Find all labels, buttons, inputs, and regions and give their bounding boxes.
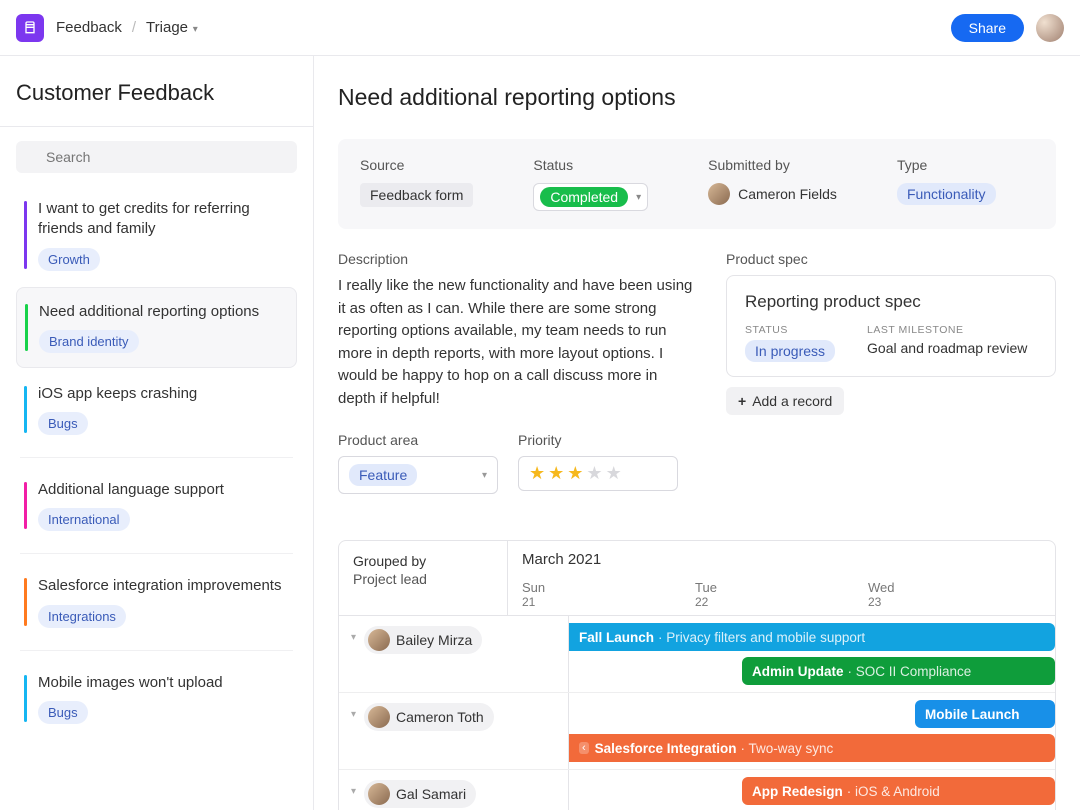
source-label: Source	[360, 157, 473, 173]
avatar-icon	[708, 183, 730, 205]
feedback-item[interactable]: Salesforce integration improvements Inte…	[16, 562, 297, 641]
spec-milestone-label: LAST MILESTONE	[867, 324, 1027, 336]
submitted-by-name: Cameron Fields	[738, 186, 837, 202]
spec-status-label: STATUS	[745, 324, 835, 336]
feedback-item-title: I want to get credits for referring frie…	[38, 199, 285, 240]
feedback-item-title: Need additional reporting options	[39, 302, 284, 322]
timeline-event[interactable]: Admin Update · SOC II Compliance	[742, 657, 1055, 685]
collapse-icon[interactable]: ▾	[351, 786, 356, 797]
submitted-by-label: Submitted by	[708, 157, 837, 173]
day-header: Tue22	[695, 580, 868, 609]
meta-box: Source Feedback form Status Completed ▾ …	[338, 139, 1056, 229]
priority-stars[interactable]: ★★★★★	[518, 456, 678, 491]
status-select[interactable]: Completed ▾	[533, 183, 648, 211]
feedback-item[interactable]: Mobile images won't upload Bugs	[16, 659, 297, 738]
feedback-item[interactable]: Additional language support Internationa…	[16, 466, 297, 545]
product-area-select[interactable]: Feature ▾	[338, 456, 498, 494]
lead-name: Cameron Toth	[396, 709, 484, 725]
timeline-event[interactable]: App Redesign · iOS & Android	[742, 777, 1055, 805]
star-icon[interactable]: ★	[548, 463, 564, 484]
description-label: Description	[338, 251, 696, 267]
feedback-item-tag: Bugs	[38, 412, 88, 435]
feedback-item-tag: Brand identity	[39, 330, 139, 353]
feedback-item-tag: Growth	[38, 248, 100, 271]
color-bar	[24, 201, 27, 269]
breadcrumb-root[interactable]: Feedback	[56, 19, 122, 36]
timeline: Grouped by Project lead March 2021 Sun21…	[338, 540, 1056, 810]
product-spec-label: Product spec	[726, 251, 1056, 267]
lead-chip[interactable]: Cameron Toth	[364, 703, 494, 731]
color-bar	[24, 578, 27, 625]
feedback-item-tag: Integrations	[38, 605, 126, 628]
color-bar	[24, 482, 27, 529]
type-label: Type	[897, 157, 996, 173]
spec-title: Reporting product spec	[745, 292, 1037, 312]
angle-left-icon: ‹	[579, 742, 589, 754]
product-area-label: Product area	[338, 432, 498, 448]
chevron-down-icon: ▾	[636, 192, 641, 203]
app-icon[interactable]	[16, 14, 44, 42]
color-bar	[24, 675, 27, 722]
spec-status-badge: In progress	[745, 340, 835, 362]
status-badge: Completed	[540, 187, 628, 207]
detail-title: Need additional reporting options	[338, 84, 1056, 111]
feedback-item-title: Additional language support	[38, 480, 285, 500]
collapse-icon[interactable]: ▾	[351, 632, 356, 643]
feedback-item-title: iOS app keeps crashing	[38, 384, 285, 404]
breadcrumb-separator: /	[132, 19, 136, 36]
collapse-icon[interactable]: ▾	[351, 709, 356, 720]
spec-milestone-value: Goal and roadmap review	[867, 340, 1027, 356]
feedback-list: I want to get credits for referring frie…	[0, 181, 313, 756]
breadcrumb: Feedback / Triage ▾	[56, 19, 198, 36]
user-avatar[interactable]	[1036, 14, 1064, 42]
feedback-item[interactable]: iOS app keeps crashing Bugs	[16, 370, 297, 449]
color-bar	[25, 304, 28, 351]
timeline-row: ▾ Cameron Toth Mobile Launch ‹Salesforce …	[339, 693, 1055, 770]
status-label: Status	[533, 157, 648, 173]
lead-chip[interactable]: Bailey Mirza	[364, 626, 482, 654]
product-area-value: Feature	[349, 464, 417, 486]
feedback-item-title: Mobile images won't upload	[38, 673, 285, 693]
priority-label: Priority	[518, 432, 678, 448]
timeline-row: ▾ Gal Samari App Redesign · iOS & Androi…	[339, 770, 1055, 810]
timeline-event[interactable]: Fall Launch · Privacy filters and mobile…	[569, 623, 1055, 651]
feedback-item[interactable]: I want to get credits for referring frie…	[16, 185, 297, 285]
grouped-by-value[interactable]: Project lead	[353, 571, 493, 587]
timeline-row: ▾ Bailey Mirza Fall Launch · Privacy fil…	[339, 616, 1055, 693]
avatar-icon	[368, 783, 390, 805]
color-bar	[24, 386, 27, 433]
feedback-item-tag: Bugs	[38, 701, 88, 724]
day-header: Sun21	[522, 580, 695, 609]
breadcrumb-view[interactable]: Triage ▾	[146, 19, 198, 36]
chevron-down-icon: ▾	[190, 24, 198, 35]
grouped-by-label: Grouped by	[353, 553, 493, 569]
lead-name: Gal Samari	[396, 786, 466, 802]
submitted-by-user[interactable]: Cameron Fields	[708, 183, 837, 205]
timeline-event[interactable]: ‹Salesforce Integration · Two-way sync	[569, 734, 1055, 762]
feedback-item[interactable]: Need additional reporting options Brand …	[16, 287, 297, 368]
type-badge[interactable]: Functionality	[897, 183, 996, 205]
star-icon[interactable]: ★	[586, 463, 602, 484]
lead-chip[interactable]: Gal Samari	[364, 780, 476, 808]
spec-card[interactable]: Reporting product spec STATUS In progres…	[726, 275, 1056, 377]
star-icon[interactable]: ★	[529, 463, 545, 484]
sidebar-title: Customer Feedback	[0, 56, 313, 127]
timeline-event[interactable]: Mobile Launch	[915, 700, 1055, 728]
avatar-icon	[368, 706, 390, 728]
share-button[interactable]: Share	[951, 14, 1024, 42]
description-text: I really like the new functionality and …	[338, 275, 696, 410]
star-icon[interactable]: ★	[606, 463, 622, 484]
search-input[interactable]	[16, 141, 297, 173]
plus-icon: +	[738, 393, 746, 409]
avatar-icon	[368, 629, 390, 651]
month-label: March 2021	[522, 551, 1041, 568]
add-record-button[interactable]: + Add a record	[726, 387, 844, 415]
feedback-item-title: Salesforce integration improvements	[38, 576, 285, 596]
star-icon[interactable]: ★	[567, 463, 583, 484]
lead-name: Bailey Mirza	[396, 632, 472, 648]
chevron-down-icon: ▾	[482, 470, 487, 481]
source-value[interactable]: Feedback form	[360, 183, 473, 207]
feedback-item-tag: International	[38, 508, 130, 531]
day-header: Wed23	[868, 580, 1041, 609]
